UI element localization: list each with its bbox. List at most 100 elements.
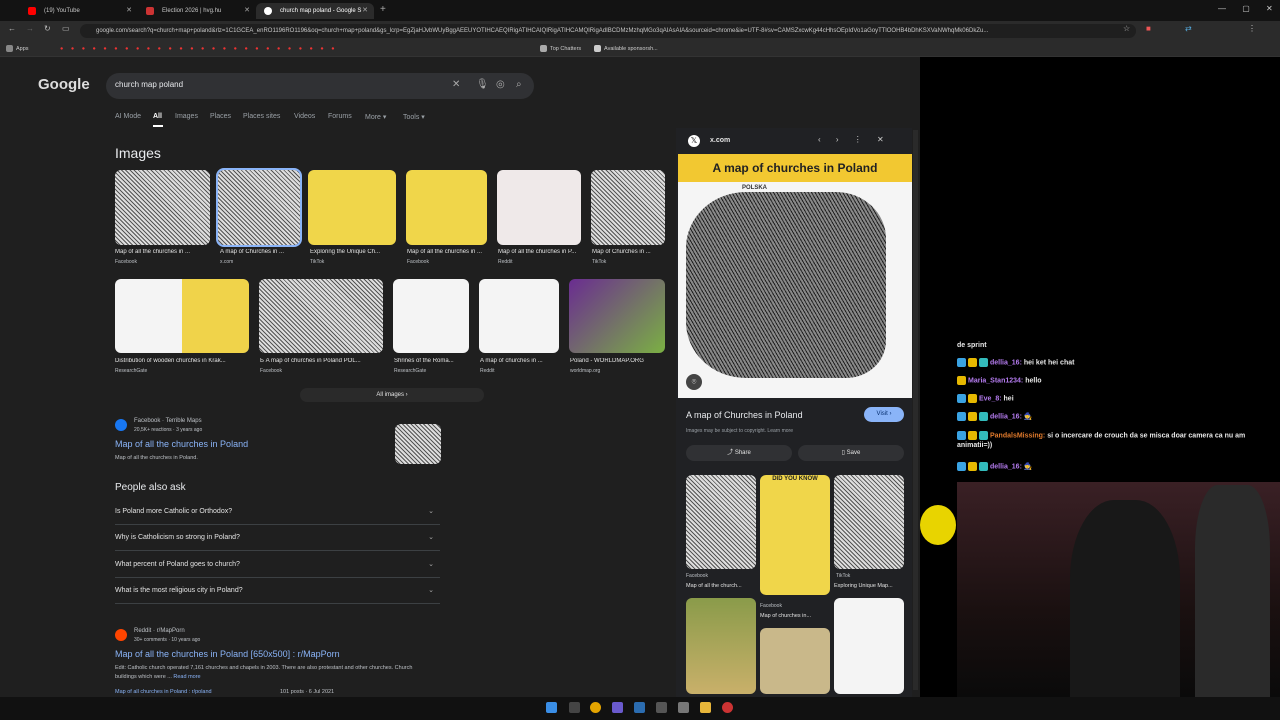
chat-message: Maria_Stan1234: hello xyxy=(957,376,1257,386)
bookmark-sponsors[interactable]: Available sponsorsh... xyxy=(594,44,658,54)
search-icon[interactable]: ⌕ xyxy=(516,79,522,90)
app-icon[interactable] xyxy=(656,702,667,713)
result-thumbnail[interactable] xyxy=(395,424,441,464)
sidebar-icon[interactable]: ▭ xyxy=(62,24,70,33)
menu-icon[interactable]: ⋮ xyxy=(1248,24,1256,33)
tab-forums[interactable]: Forums xyxy=(328,113,352,120)
panel-title[interactable]: A map of Churches in Poland xyxy=(686,410,803,420)
result-title-link[interactable]: Map of all the churches in Poland xyxy=(115,439,248,449)
share-button[interactable]: ⤴ Share xyxy=(686,445,792,461)
image-thumb[interactable] xyxy=(479,279,559,353)
bookmark-top-chatters[interactable]: Top Chatters xyxy=(540,44,581,54)
panel-source[interactable]: x.com xyxy=(710,137,730,144)
new-tab-button[interactable]: + xyxy=(380,4,386,15)
app-icon[interactable] xyxy=(678,702,689,713)
close-icon[interactable]: ✕ xyxy=(244,3,250,19)
tab-more[interactable]: More ▾ xyxy=(365,113,386,121)
read-more-link[interactable]: Read more xyxy=(173,674,200,680)
tab-images[interactable]: Images xyxy=(175,113,198,120)
chevron-down-icon: ⌄ xyxy=(428,534,434,541)
related-image[interactable] xyxy=(834,475,904,569)
image-caption[interactable]: Exploring the Unique Ch... xyxy=(310,249,396,255)
image-thumb[interactable] xyxy=(406,170,487,245)
image-thumb[interactable] xyxy=(259,279,383,353)
image-thumb[interactable] xyxy=(115,279,249,353)
reload-icon[interactable]: ↻ xyxy=(44,24,51,33)
image-caption[interactable]: Shrines of the Roma... xyxy=(394,358,469,364)
image-thumb[interactable] xyxy=(115,170,210,245)
related-caption[interactable]: Map of all the church... xyxy=(686,583,756,589)
image-caption[interactable]: Map of all the churches in ... xyxy=(407,249,487,255)
related-caption[interactable]: Exploring Unique Map... xyxy=(834,583,904,589)
paa-question[interactable]: Why is Catholicism so strong in Poland? ⌄ xyxy=(115,525,440,551)
tab-youtube[interactable]: (19) YouTube ✕ xyxy=(20,3,138,19)
image-caption[interactable]: A map of churches in ... xyxy=(480,358,559,364)
chrome-icon[interactable] xyxy=(590,702,601,713)
search-icon[interactable] xyxy=(569,702,580,713)
steam-icon[interactable] xyxy=(634,702,645,713)
related-image[interactable] xyxy=(760,628,830,694)
forward-icon[interactable]: → xyxy=(26,24,34,33)
copyright-note: Images may be subject to copyright. Lear… xyxy=(686,428,793,434)
image-caption[interactable]: Poland - WORLDMAP.ORG xyxy=(570,358,665,364)
app-icon[interactable] xyxy=(612,702,623,713)
image-thumb[interactable] xyxy=(308,170,396,245)
url-field[interactable]: google.com/search?q=church+map+poland&rl… xyxy=(80,24,1136,38)
close-icon[interactable]: ✕ xyxy=(362,3,368,19)
paa-question[interactable]: What is the most religious city in Polan… xyxy=(115,578,440,604)
bookmark-icons-row[interactable]: ● ● ● ● ● ● ● ● ● ● ● ● ● ● ● ● ● ● ● ● … xyxy=(60,44,338,54)
image-caption[interactable]: Distribution of wooden churches in Krak.… xyxy=(115,358,249,364)
visit-button[interactable]: Visit › xyxy=(864,407,904,422)
tab-ai-mode[interactable]: AI Mode xyxy=(115,113,141,120)
back-icon[interactable]: ← xyxy=(8,24,16,33)
sub-icon xyxy=(979,462,988,471)
search-input[interactable]: church map poland xyxy=(115,80,183,89)
image-caption[interactable]: A map of Churches in ... xyxy=(220,249,300,255)
related-image[interactable] xyxy=(834,598,904,694)
tab-all[interactable]: All xyxy=(153,113,162,120)
app-icon[interactable] xyxy=(722,702,733,713)
star-icon[interactable]: ☆ xyxy=(1123,24,1130,33)
google-logo[interactable]: Google xyxy=(38,76,90,93)
lens-icon[interactable]: ⌾ xyxy=(686,374,702,390)
extension-icon[interactable]: ⇄ xyxy=(1185,24,1192,33)
paa-question[interactable]: What percent of Poland goes to church? ⌄ xyxy=(115,552,440,578)
related-image[interactable] xyxy=(686,598,756,694)
bookmark-apps[interactable]: Apps xyxy=(6,44,29,54)
image-caption[interactable]: Б A map of churches in Poland POL... xyxy=(260,358,382,364)
image-thumb[interactable] xyxy=(569,279,665,353)
sub-result-link[interactable]: Map of all churches in Poland : r/poland xyxy=(115,688,212,697)
tab-google[interactable]: church map poland - Google S ✕ xyxy=(256,3,374,19)
image-thumb[interactable] xyxy=(591,170,665,245)
clear-icon[interactable]: ✕ xyxy=(452,79,460,90)
image-thumb[interactable] xyxy=(393,279,469,353)
tab-tools[interactable]: Tools ▾ xyxy=(403,113,425,121)
camera-icon[interactable]: ◎ xyxy=(496,79,505,90)
scrollbar[interactable] xyxy=(913,130,918,690)
mic-icon[interactable]: 🎙 xyxy=(476,79,489,90)
tab-label: Election 2026 | hvg.hu xyxy=(162,8,222,14)
related-caption[interactable]: Map of churches in... xyxy=(760,613,830,619)
panel-nav-icons[interactable]: ‹ › ⋮ ✕ xyxy=(818,135,884,144)
window-controls[interactable]: — ▢ ✕ xyxy=(1218,4,1273,13)
image-caption[interactable]: Map of all the churches in ... xyxy=(115,249,210,255)
tab-places-sites[interactable]: Places sites xyxy=(243,113,280,120)
related-image[interactable] xyxy=(686,475,756,569)
image-caption[interactable]: Map of Churches in ... xyxy=(592,249,665,255)
all-images-button[interactable]: All images › xyxy=(300,388,484,402)
close-icon[interactable]: ✕ xyxy=(126,3,132,19)
tab-videos[interactable]: Videos xyxy=(294,113,315,120)
paa-question[interactable]: Is Poland more Catholic or Orthodox? ⌄ xyxy=(115,499,440,525)
extension-icon[interactable]: ■ xyxy=(1146,24,1151,33)
image-thumb[interactable] xyxy=(497,170,581,245)
image-thumb-selected[interactable] xyxy=(216,168,302,247)
result-title-link[interactable]: Map of all the churches in Poland [650x5… xyxy=(115,649,340,659)
map-label: POLSKA xyxy=(742,185,768,191)
tab-hvg[interactable]: Election 2026 | hvg.hu ✕ xyxy=(138,3,256,19)
image-caption[interactable]: Map of all the churches in P... xyxy=(498,249,581,255)
save-button[interactable]: ▯ Save xyxy=(798,445,904,461)
windows-start-icon[interactable] xyxy=(546,702,557,713)
folder-icon[interactable] xyxy=(700,702,711,713)
related-image[interactable] xyxy=(760,475,830,595)
tab-places[interactable]: Places xyxy=(210,113,231,120)
